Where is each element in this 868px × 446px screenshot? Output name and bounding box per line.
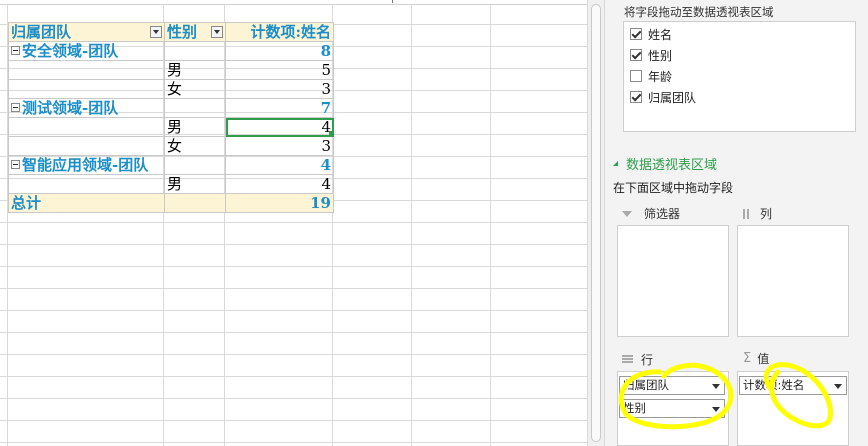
values-field-count[interactable]: 计数项:姓名: [739, 376, 847, 395]
checkbox-checked-icon[interactable]: [630, 91, 642, 103]
field-label: 性别: [648, 48, 673, 63]
team-filter-dropdown-icon[interactable]: [150, 26, 162, 38]
rows-field-team[interactable]: 归属团队: [619, 376, 725, 395]
field-list-header: 将字段拖动至数据透视表区域: [624, 5, 774, 19]
pivot-cell-count[interactable]: 5: [225, 60, 334, 80]
pivot-cell-gender[interactable]: 女: [164, 136, 226, 156]
checkbox-checked-icon[interactable]: [630, 49, 642, 61]
total-empty-cell[interactable]: [164, 193, 226, 213]
total-label[interactable]: 总计: [8, 193, 165, 213]
checkbox-unchecked-icon[interactable]: [630, 70, 642, 82]
pivot-cell-team[interactable]: [8, 60, 165, 80]
pivot-group-row: 测试领域-团队 7: [8, 98, 334, 118]
columns-label-text: 列: [760, 207, 773, 221]
collapse-minus-icon[interactable]: [11, 160, 20, 169]
pivot-areas-section[interactable]: 数据透视表区域: [613, 154, 717, 173]
pivot-header-count[interactable]: 计数项:姓名: [225, 22, 334, 42]
pivot-cell-count[interactable]: 4: [225, 117, 334, 137]
pivot-field-pane: 将字段拖动至数据透视表区域 姓名 性别 年龄 归属团队 数据透视表区域 在下面区域中拖…: [605, 0, 868, 446]
chevron-down-icon[interactable]: [712, 407, 720, 412]
pivot-cell-team[interactable]: [8, 79, 165, 99]
scrollbar-thumb[interactable]: [591, 4, 601, 442]
rows-label-text: 行: [641, 353, 654, 367]
column-header-strip: [0, 0, 587, 5]
values-field-count-label: 计数项:姓名: [743, 378, 805, 392]
pivot-cell-gender[interactable]: [164, 155, 226, 175]
pivot-cell-gender[interactable]: 女: [164, 79, 226, 99]
sigma-icon: Σ: [743, 351, 752, 366]
pivot-detail-row: 女3: [8, 136, 334, 156]
pivot-cell-gender[interactable]: [164, 98, 226, 118]
total-value[interactable]: 19: [225, 193, 334, 213]
pivot-cell-gender[interactable]: 男: [164, 117, 226, 137]
header-team-label: 归属团队: [11, 23, 72, 41]
collapse-triangle-icon[interactable]: [613, 161, 618, 166]
pivot-group-row: 智能应用领域-团队 4: [8, 155, 334, 175]
filter-drop-zone[interactable]: [617, 225, 729, 337]
vertical-scrollbar[interactable]: [587, 0, 605, 446]
header-gender-label: 性别: [167, 23, 198, 41]
pivot-group-row: 安全领域-团队 8: [8, 41, 334, 61]
spreadsheet-grid[interactable]: 归属团队 性别 计数项:姓名 安全领域-团队 8 男 5 女 3 测试领域-团队 7 男 4 女 3 智…: [0, 0, 587, 446]
pivot-cell-team[interactable]: [8, 136, 165, 156]
rows-icon: [622, 355, 633, 364]
checkbox-checked-icon[interactable]: [630, 28, 642, 40]
collapse-minus-icon[interactable]: [11, 46, 20, 55]
pivot-cell-team[interactable]: [8, 174, 165, 194]
team-name: 安全领域-团队: [22, 42, 119, 60]
pivot-header-team[interactable]: 归属团队: [8, 22, 165, 42]
field-label: 归属团队: [648, 90, 697, 105]
team-name: 测试领域-团队: [22, 99, 119, 117]
pivot-cell-count[interactable]: 4: [225, 155, 334, 175]
field-label: 年龄: [648, 69, 673, 84]
pivot-cell-count[interactable]: 3: [225, 136, 334, 156]
pivot-detail-row: 女3: [8, 79, 334, 99]
field-item[interactable]: 性别: [630, 45, 672, 65]
pivot-cell-team[interactable]: [8, 117, 165, 137]
filter-funnel-icon: [622, 210, 632, 217]
rows-zone-label: 行: [622, 351, 653, 368]
pivot-cell-team[interactable]: 测试领域-团队: [8, 98, 165, 118]
pivot-detail-row: 男4: [8, 174, 334, 194]
pivot-header-gender[interactable]: 性别: [164, 22, 226, 42]
section-title: 数据透视表区域: [626, 158, 718, 173]
columns-drop-zone[interactable]: [737, 225, 849, 337]
pivot-cell-count[interactable]: 4: [225, 174, 334, 194]
chevron-down-icon[interactable]: [834, 384, 842, 389]
pivot-header-row: 归属团队 性别 计数项:姓名: [8, 22, 334, 42]
pivot-table[interactable]: 归属团队 性别 计数项:姓名 安全领域-团队 8 男 5 女 3 测试领域-团队 7 男 4 女 3 智…: [8, 22, 334, 213]
columns-zone-label: 列: [743, 205, 772, 222]
pivot-detail-row: 男4: [8, 117, 334, 137]
rows-field-team-label: 归属团队: [623, 378, 669, 392]
field-list[interactable]: 姓名性别年龄归属团队: [623, 21, 856, 132]
pivot-cell-team[interactable]: 安全领域-团队: [8, 41, 165, 61]
selection-fill-handle[interactable]: [329, 131, 334, 136]
rows-field-gender-label: 性别: [623, 401, 646, 415]
values-zone-label: Σ 值: [743, 350, 769, 367]
drag-hint: 在下面区域中拖动字段: [613, 181, 734, 195]
field-item[interactable]: 姓名: [630, 24, 672, 44]
pivot-total-row: 总计 19: [8, 193, 334, 213]
pivot-cell-team[interactable]: 智能应用领域-团队: [8, 155, 165, 175]
pivot-cell-count[interactable]: 3: [225, 79, 334, 99]
field-label: 姓名: [648, 27, 673, 42]
pivot-cell-gender[interactable]: 男: [164, 60, 226, 80]
pivot-detail-row: 男5: [8, 60, 334, 80]
pivot-cell-gender[interactable]: 男: [164, 174, 226, 194]
team-name: 智能应用领域-团队: [22, 156, 149, 174]
columns-icon: [743, 208, 752, 219]
field-item[interactable]: 年龄: [630, 66, 672, 86]
pivot-cell-count[interactable]: 7: [225, 98, 334, 118]
filter-zone-label: 筛选器: [622, 205, 680, 222]
filter-label-text: 筛选器: [644, 207, 681, 221]
field-item[interactable]: 归属团队: [630, 87, 696, 107]
collapse-minus-icon[interactable]: [11, 103, 20, 112]
chevron-down-icon[interactable]: [712, 384, 720, 389]
pivot-cell-count[interactable]: 8: [225, 41, 334, 61]
rows-field-gender[interactable]: 性别: [619, 399, 725, 418]
gender-filter-dropdown-icon[interactable]: [211, 26, 223, 38]
values-label-text: 值: [757, 352, 770, 366]
pivot-cell-gender[interactable]: [164, 41, 226, 61]
